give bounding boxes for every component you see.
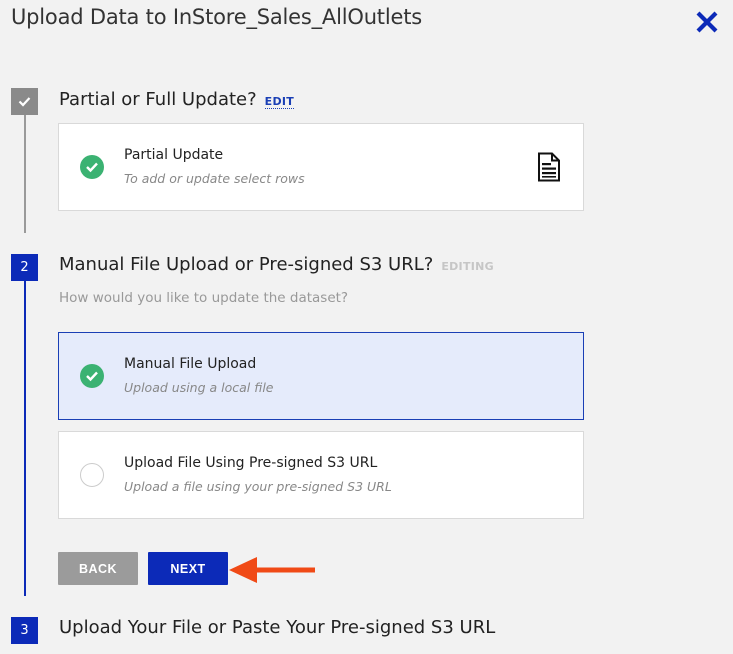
step-1-title-text: Partial or Full Update? xyxy=(59,89,257,110)
check-circle-icon xyxy=(80,364,104,388)
step-1-marker xyxy=(11,88,38,115)
edit-link[interactable]: EDIT xyxy=(264,95,295,109)
close-icon[interactable] xyxy=(695,10,719,34)
check-circle-icon xyxy=(80,155,104,179)
option-label: Upload File Using Pre-signed S3 URL xyxy=(124,455,378,471)
step-2-marker: 2 xyxy=(11,254,38,281)
step-2-question: How would you like to update the dataset… xyxy=(59,290,349,306)
option-description: To add or update select rows xyxy=(124,171,305,186)
presigned-s3-url-option[interactable]: Upload File Using Pre-signed S3 URL Uplo… xyxy=(58,431,584,519)
step-2-title-text: Manual File Upload or Pre-signed S3 URL? xyxy=(59,254,434,275)
partial-update-card: Partial Update To add or update select r… xyxy=(58,123,584,211)
step-2-title: Manual File Upload or Pre-signed S3 URL?… xyxy=(59,254,494,275)
step-3-title: Upload Your File or Paste Your Pre-signe… xyxy=(59,617,496,638)
manual-file-upload-option[interactable]: Manual File Upload Upload using a local … xyxy=(58,332,584,420)
next-button[interactable]: NEXT xyxy=(148,552,228,585)
annotation-arrow-icon xyxy=(229,557,315,583)
option-description: Upload using a local file xyxy=(124,380,274,395)
option-label: Partial Update xyxy=(124,147,224,163)
option-label: Manual File Upload xyxy=(124,356,257,372)
checkmark-icon xyxy=(18,97,31,107)
editing-status: EDITING xyxy=(441,260,494,273)
step-3-marker: 3 xyxy=(11,617,38,644)
option-description: Upload a file using your pre-signed S3 U… xyxy=(124,479,392,494)
document-icon xyxy=(538,152,560,182)
step-2-connector xyxy=(24,281,26,596)
step-1-title: Partial or Full Update? EDIT xyxy=(59,89,295,110)
radio-empty-icon[interactable] xyxy=(80,463,104,487)
back-button[interactable]: BACK xyxy=(58,552,138,585)
dialog-title: Upload Data to InStore_Sales_AllOutlets xyxy=(11,5,422,29)
step-1-connector xyxy=(24,115,26,233)
